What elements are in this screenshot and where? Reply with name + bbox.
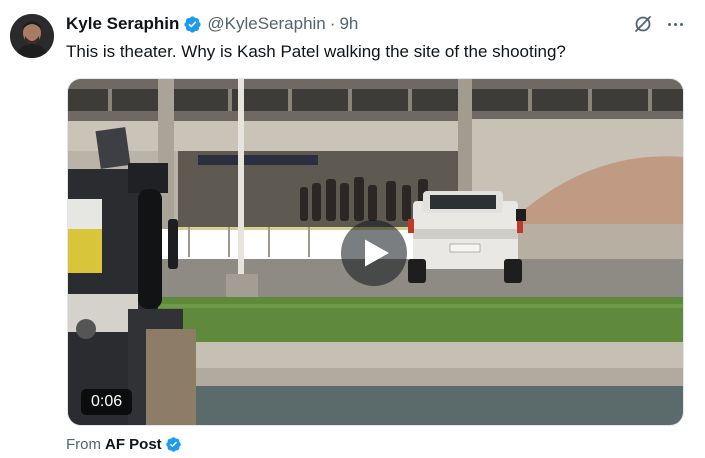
more-options-icon[interactable] xyxy=(664,14,686,34)
video-player[interactable]: 0:06 xyxy=(67,78,684,426)
author-display-name[interactable]: Kyle Seraphin xyxy=(66,14,179,34)
timestamp[interactable]: 9h xyxy=(339,14,358,34)
grok-icon[interactable] xyxy=(633,14,653,34)
source-account-link[interactable]: AF Post xyxy=(105,436,162,453)
separator-dot: · xyxy=(329,14,336,33)
play-icon xyxy=(364,239,389,267)
video-duration-badge: 0:06 xyxy=(81,389,133,415)
verified-badge-icon xyxy=(165,436,182,453)
avatar[interactable] xyxy=(10,14,54,58)
media-source: From AF Post xyxy=(66,436,182,453)
verified-badge-icon xyxy=(183,15,202,34)
tweet-header: Kyle Seraphin @KyleSeraphin · 9h xyxy=(66,13,358,35)
avatar-portrait xyxy=(10,14,54,58)
tweet-text: This is theater. Why is Kash Patel walki… xyxy=(66,42,566,61)
source-label: From xyxy=(66,436,101,453)
play-button[interactable] xyxy=(341,220,407,286)
author-handle[interactable]: @KyleSeraphin xyxy=(207,14,325,34)
